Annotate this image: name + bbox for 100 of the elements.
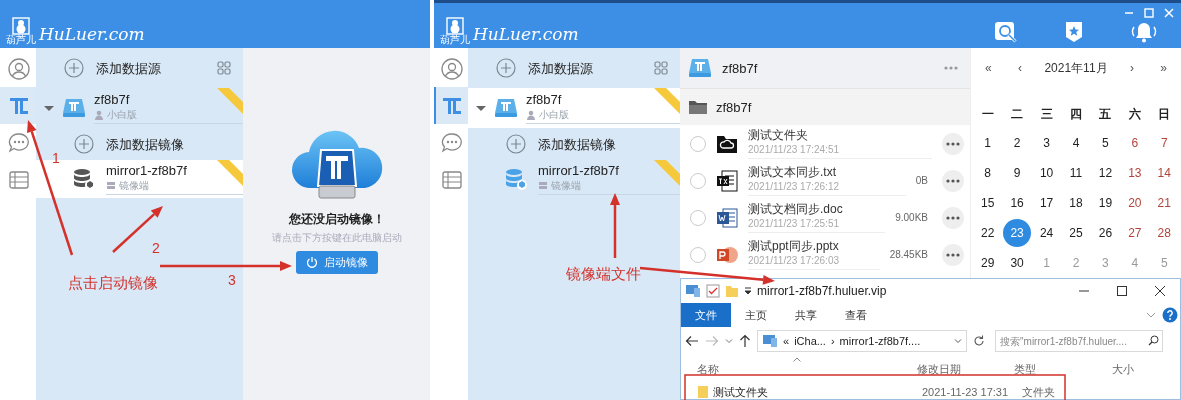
dropdown-icon[interactable] — [744, 287, 752, 295]
maximize-icon[interactable] — [1116, 285, 1128, 297]
calendar-day[interactable]: 21 — [1150, 189, 1179, 217]
calendar-day[interactable]: 6 — [1120, 129, 1149, 157]
calendar-day[interactable]: 1 — [973, 129, 1002, 157]
mirror-logo-icon — [442, 95, 462, 116]
calendar-day[interactable]: 2 — [1003, 129, 1032, 157]
caret-down-icon[interactable] — [476, 103, 486, 113]
forward-arrow-icon[interactable] — [705, 335, 719, 347]
calendar-day[interactable]: 13 — [1120, 159, 1149, 187]
mirror-role: 镜像端 — [551, 180, 581, 192]
more-button[interactable] — [942, 132, 964, 155]
sidebar-tab[interactable] — [434, 87, 468, 124]
folder-icon — [697, 385, 709, 399]
ribbon-tab[interactable]: 文件 — [681, 303, 731, 327]
close-icon[interactable] — [1154, 285, 1166, 297]
next-year-button[interactable]: » — [1156, 59, 1171, 77]
grid-icon[interactable] — [654, 61, 668, 75]
calendar-day[interactable]: 16 — [1003, 189, 1032, 217]
calendar-day[interactable]: 28 — [1150, 219, 1179, 247]
column-header[interactable]: 类型 — [1014, 360, 1112, 381]
select-radio[interactable] — [690, 209, 706, 226]
calendar-day[interactable]: 4 — [1062, 129, 1090, 157]
ribbon-tab[interactable]: 查看 — [831, 303, 881, 327]
sort-caret-icon — [793, 357, 801, 362]
column-header[interactable]: 大小 — [1111, 360, 1180, 381]
column-header[interactable]: 修改日期 — [916, 360, 1015, 381]
mirror-item[interactable]: mirror1-zf8b7f 镜像端 — [468, 160, 680, 198]
prev-year-button[interactable]: « — [981, 59, 996, 77]
calendar-day[interactable]: 7 — [1150, 129, 1179, 157]
file-date: 2021/11/23 17:24:51 — [748, 143, 840, 156]
calendar-day[interactable]: 24 — [1032, 219, 1061, 247]
file-name: 测试文件夹 — [748, 128, 809, 143]
calendar-day[interactable]: 12 — [1091, 159, 1120, 187]
calendar-day[interactable]: 11 — [1062, 159, 1090, 187]
bell-icon[interactable] — [1131, 21, 1158, 43]
calendar-day[interactable]: 8 — [973, 159, 1002, 187]
calendar-day[interactable]: 20 — [1120, 189, 1149, 217]
window-title: mirror1-zf8b7f.huluer.vip — [757, 283, 887, 300]
calendar-day[interactable]: 5 — [1091, 129, 1120, 157]
weekday-label: 二 — [1010, 106, 1025, 123]
calendar-day[interactable]: 18 — [1062, 189, 1090, 217]
back-arrow-icon[interactable] — [685, 335, 699, 347]
calendar-day[interactable]: 25 — [1062, 219, 1090, 247]
calendar-day[interactable]: 23 — [1003, 219, 1032, 247]
select-radio[interactable] — [690, 246, 706, 263]
calendar-day[interactable]: 26 — [1091, 219, 1120, 247]
prev-month-button[interactable]: ‹ — [1014, 59, 1027, 77]
calendar-day[interactable]: 30 — [1003, 249, 1032, 277]
logo-caption: 葫芦儿 — [6, 35, 36, 45]
calendar-day[interactable]: 3 — [1032, 129, 1061, 157]
calendar-day[interactable]: 14 — [1150, 159, 1179, 187]
checklist-icon[interactable] — [706, 284, 720, 298]
calendar-day[interactable]: 9 — [1003, 159, 1032, 187]
refresh-icon[interactable] — [973, 335, 985, 347]
add-source-item[interactable]: 添加数据源 — [468, 48, 680, 88]
calendar-day[interactable]: 29 — [973, 249, 1002, 277]
ribbon-tab[interactable]: 主页 — [731, 303, 781, 327]
text-file-icon — [716, 169, 738, 192]
star-badge-icon[interactable] — [1065, 21, 1084, 43]
address-overflow[interactable]: « — [783, 332, 790, 350]
calendar-day[interactable]: 15 — [973, 189, 1002, 217]
calendar-day[interactable]: 27 — [1120, 219, 1149, 247]
caret-down-icon[interactable] — [44, 103, 54, 113]
chevron-down-icon[interactable] — [1146, 311, 1156, 319]
help-icon[interactable] — [1162, 307, 1178, 323]
select-radio[interactable] — [690, 172, 706, 189]
source-item[interactable]: zf8b7f 小白版 — [36, 88, 243, 128]
calendar-day[interactable]: 10 — [1032, 159, 1061, 187]
address-bar[interactable]: « iCha... › mirror1-zf8b7f.... — [757, 330, 967, 352]
more-button[interactable] — [942, 243, 964, 266]
address-crumb[interactable]: iCha... — [794, 332, 826, 350]
file-name[interactable]: 测试文件夹 — [713, 383, 768, 399]
up-arrow-icon[interactable] — [739, 334, 751, 348]
address-crumb[interactable]: mirror1-zf8b7f.... — [839, 332, 921, 350]
source-item[interactable]: zf8b7f 小白版 — [468, 88, 680, 128]
select-radio[interactable] — [690, 135, 706, 152]
calendar-day[interactable]: 22 — [973, 219, 1002, 247]
sidebar-tab[interactable] — [0, 87, 36, 124]
weekday-label: 四 — [1069, 106, 1083, 123]
column-header[interactable]: 名称 — [697, 360, 917, 381]
grid-icon[interactable] — [217, 61, 231, 75]
ribbon-tab[interactable]: 共享 — [781, 303, 831, 327]
more-button[interactable] — [942, 206, 964, 229]
source-name: zf8b7f — [526, 92, 563, 107]
power-icon — [305, 256, 318, 269]
source-name: zf8b7f — [94, 92, 131, 107]
computer-icon[interactable] — [685, 284, 701, 298]
calendar-day[interactable]: 17 — [1032, 189, 1061, 217]
file-name: 测试ppt同步.pptx — [748, 239, 840, 254]
file-name: 测试文本同步.txt — [748, 165, 837, 180]
next-month-button[interactable]: › — [1125, 59, 1138, 77]
add-mirror-item[interactable]: 添加数据镜像 — [66, 128, 243, 160]
calendar-day[interactable]: 19 — [1091, 189, 1120, 217]
add-mirror-item[interactable]: 添加数据镜像 — [498, 128, 680, 160]
add-source-item[interactable]: 添加数据源 — [36, 48, 243, 88]
start-mirror-button[interactable]: 启动镜像 — [295, 251, 378, 274]
search-field[interactable]: 搜索"mirror1-zf8b7f.huluer.... — [995, 330, 1163, 352]
more-button[interactable] — [942, 169, 964, 192]
search-icon[interactable] — [1148, 335, 1159, 346]
